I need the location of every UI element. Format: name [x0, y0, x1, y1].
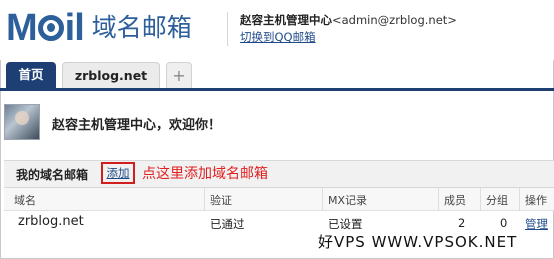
- column-header-groups: 分组: [486, 194, 508, 207]
- row-mx-status: 已设置: [328, 217, 363, 231]
- watermark: 好VPS WWW.VPSOK.NET: [318, 231, 518, 252]
- avatar[interactable]: [4, 104, 40, 140]
- tab-bar: 首页 zrblog.net +: [0, 60, 554, 91]
- logo-mark-left: M: [6, 7, 38, 49]
- column-header-mx: MX记录: [328, 194, 368, 207]
- column-header-domain: 域名: [14, 194, 36, 207]
- account-email: <admin@zrblog.net>: [332, 13, 457, 27]
- column-header-members: 成员: [444, 194, 466, 207]
- column-divider: [438, 188, 439, 210]
- add-tab-button[interactable]: +: [166, 62, 192, 88]
- row-verify-status: 已通过: [210, 217, 245, 231]
- domain-list-header: 我的域名邮箱 添加 点这里添加域名邮箱: [4, 160, 554, 188]
- column-divider: [204, 188, 205, 210]
- mail-logo: M il 域名邮箱: [6, 8, 192, 48]
- row-member-count: 2: [458, 216, 466, 230]
- column-divider: [322, 188, 323, 210]
- welcome-message: 赵容主机管理中心，欢迎你！: [52, 118, 222, 133]
- column-divider: [480, 188, 481, 210]
- tab-home[interactable]: 首页: [6, 62, 56, 88]
- switch-to-qq-mail-link[interactable]: 切换到QQ邮箱: [240, 29, 457, 46]
- account-name: 赵容主机管理中心: [240, 13, 332, 27]
- logo-mark-right: il: [64, 7, 85, 49]
- logo-person-icon: [37, 15, 64, 41]
- domain-list-title: 我的域名邮箱: [16, 168, 89, 182]
- column-divider: [519, 188, 520, 210]
- annotation-text: 点这里添加域名邮箱: [142, 166, 268, 182]
- add-domain-highlight: 添加: [101, 162, 135, 184]
- logo-divider: [227, 12, 228, 46]
- tab-zrblog[interactable]: zrblog.net: [62, 62, 160, 88]
- column-header-action: 操作: [525, 194, 547, 207]
- add-domain-link[interactable]: 添加: [107, 166, 130, 180]
- row-group-count: 0: [500, 216, 508, 230]
- logo-subtitle: 域名邮箱: [91, 13, 192, 42]
- row-domain: zrblog.net: [18, 214, 84, 229]
- column-header-verify: 验证: [210, 194, 232, 207]
- manage-link[interactable]: 管理: [525, 216, 548, 232]
- account-info: 赵容主机管理中心<admin@zrblog.net> 切换到QQ邮箱: [240, 12, 457, 46]
- header: M il 域名邮箱 赵容主机管理中心<admin@zrblog.net> 切换到…: [0, 0, 554, 60]
- table-header: 域名 验证 MX记录 成员 分组 操作: [4, 188, 554, 211]
